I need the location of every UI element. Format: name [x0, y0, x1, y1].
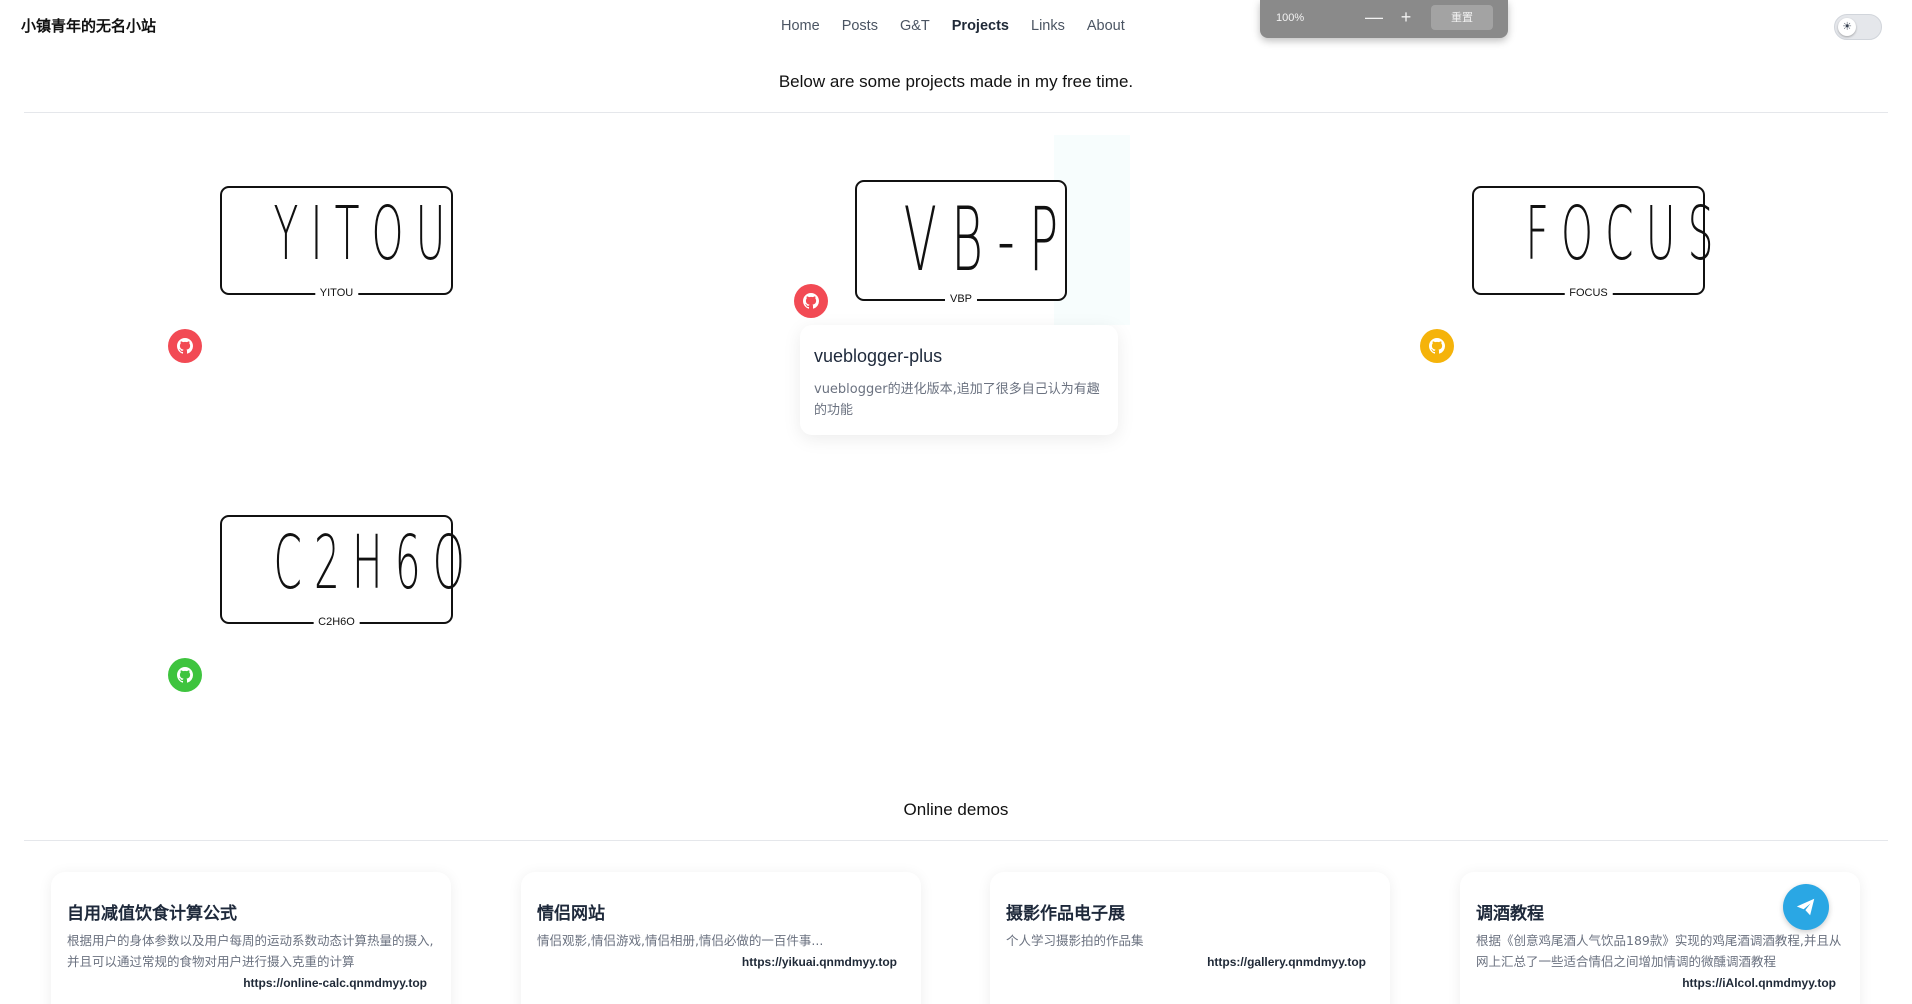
- nav-links[interactable]: Links: [1031, 18, 1065, 34]
- github-button[interactable]: [794, 284, 828, 318]
- github-button[interactable]: [1420, 329, 1454, 363]
- zoom-reset-button[interactable]: 重置: [1431, 5, 1493, 30]
- github-icon: [177, 338, 193, 354]
- sun-icon: ☀: [1838, 18, 1856, 36]
- contact-button[interactable]: [1783, 884, 1829, 930]
- demo-description: 情侣观影,情侣游戏,情侣相册,情侣必做的一百件事...: [537, 933, 824, 948]
- zoom-in-button[interactable]: +: [1396, 6, 1416, 28]
- demos-heading: Online demos: [903, 800, 1009, 819]
- demo-description: 根据《创意鸡尾酒人气饮品189款》实现的鸡尾酒调酒教程,并且从网上汇总了一些适合…: [1476, 933, 1842, 969]
- demo-url[interactable]: https://gallery.qnmdmyy.top: [1207, 955, 1366, 969]
- github-icon: [177, 667, 193, 683]
- project-logo-plate: YITOU YITOU: [220, 186, 458, 299]
- demo-title: 情侣网站: [537, 904, 605, 924]
- plate-text: VB-P: [903, 188, 1073, 291]
- plate-caption: C2H6O: [313, 616, 360, 628]
- page: 小镇青年的无名小站 Home Posts G&T Projects Links …: [0, 0, 1912, 1004]
- demo-title: 调酒教程: [1476, 904, 1544, 924]
- projects-heading: Below are some projects made in my free …: [778, 72, 1134, 91]
- project-title: vueblogger-plus: [814, 346, 943, 366]
- plate-text: YITOU: [273, 191, 458, 277]
- demo-title: 摄影作品电子展: [1006, 904, 1125, 924]
- plate-text: C2H6O: [273, 520, 477, 606]
- main-nav: Home Posts G&T Projects Links About: [781, 18, 1147, 34]
- demo-description: 个人学习摄影拍的作品集: [1006, 933, 1144, 948]
- plate-caption: FOCUS: [1564, 287, 1613, 299]
- plate-caption: VBP: [944, 293, 978, 305]
- zoom-level: 100%: [1276, 12, 1305, 24]
- github-icon: [803, 293, 819, 309]
- demo-description: 根据用户的身体参数以及用户每周的运动系数动态计算热量的摄入,并且可以通过常规的食…: [67, 933, 434, 969]
- projects-divider: [24, 112, 1888, 113]
- theme-toggle[interactable]: ☀: [1834, 14, 1882, 40]
- github-icon: [1429, 338, 1445, 354]
- nav-about[interactable]: About: [1087, 18, 1125, 34]
- project-logo-plate: VB-P VBP: [855, 180, 1073, 305]
- demo-card-couple[interactable]: 情侣网站 情侣观影,情侣游戏,情侣相册,情侣必做的一百件事... https:/…: [521, 872, 921, 1004]
- zoom-out-button[interactable]: —: [1364, 6, 1384, 28]
- github-button[interactable]: [168, 329, 202, 363]
- demos-divider: [24, 840, 1888, 841]
- plate-caption: YITOU: [314, 287, 359, 299]
- zoom-toolbar: 100% — + 重置: [1260, 0, 1508, 38]
- demo-url[interactable]: https://yikuai.qnmdmyy.top: [742, 955, 897, 969]
- demo-url[interactable]: https://iAlcol.qnmdmyy.top: [1682, 976, 1836, 990]
- demo-url[interactable]: https://online-calc.qnmdmyy.top: [243, 976, 427, 990]
- nav-projects[interactable]: Projects: [952, 18, 1009, 34]
- demo-card-gallery[interactable]: 摄影作品电子展 个人学习摄影拍的作品集 https://gallery.qnmd…: [990, 872, 1390, 1004]
- project-description: vueblogger的进化版本,追加了很多自己认为有趣的功能: [814, 382, 1100, 418]
- site-brand[interactable]: 小镇青年的无名小站: [21, 15, 156, 36]
- demo-card-calc[interactable]: 自用减值饮食计算公式 根据用户的身体参数以及用户每周的运动系数动态计算热量的摄入…: [51, 872, 451, 1004]
- plate-text: FOCUS: [1525, 191, 1726, 277]
- nav-gt[interactable]: G&T: [900, 18, 930, 34]
- project-logo-plate: FOCUS FOCUS: [1472, 186, 1726, 299]
- project-logo-plate: C2H6O C2H6O: [220, 515, 477, 628]
- demo-title: 自用减值饮食计算公式: [67, 904, 237, 924]
- github-button[interactable]: [168, 658, 202, 692]
- send-icon: [1796, 898, 1815, 916]
- project-hover-card[interactable]: vueblogger-plus vueblogger的进化版本,追加了很多自己认…: [800, 325, 1118, 435]
- nav-posts[interactable]: Posts: [842, 18, 878, 34]
- nav-home[interactable]: Home: [781, 18, 820, 34]
